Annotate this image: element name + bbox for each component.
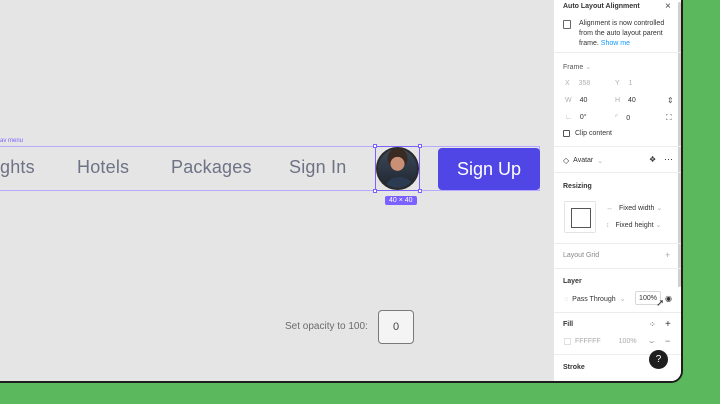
width-arrow-icon: ↔ — [606, 205, 613, 212]
help-button[interactable]: ? — [649, 350, 668, 369]
size-badge: 40 × 40 — [385, 196, 417, 205]
clip-content-checkbox[interactable] — [563, 130, 570, 137]
divider — [554, 312, 681, 313]
resizing-preview — [564, 201, 596, 233]
chevron-down-icon: ⌄ — [619, 296, 626, 303]
layout-grid-title: Layout Grid — [563, 252, 600, 259]
fill-swatch[interactable] — [564, 338, 571, 345]
properties-panel: Auto Layout Alignment × Alignment is now… — [553, 0, 681, 381]
instance-icon: ◇ — [563, 156, 570, 165]
resizing-title: Resizing — [563, 183, 592, 190]
fixed-height-dropdown[interactable]: ↕ Fixed height ⌄ — [606, 221, 661, 229]
chevron-down-icon: ⌄ — [656, 205, 663, 212]
independent-corners-icon[interactable]: ⛶ — [666, 113, 672, 123]
fixed-width-dropdown[interactable]: ↔ Fixed width ⌄ — [606, 204, 662, 212]
component-row[interactable]: ◇ Avatar ⌄ — [563, 156, 603, 165]
fixed-width-label: Fixed width — [618, 205, 655, 212]
go-to-component-icon[interactable]: ❖ — [649, 155, 656, 164]
rotation-value: 0° — [579, 114, 587, 121]
chevron-down-icon: ⌄ — [597, 157, 604, 165]
radius-value: 0 — [626, 115, 631, 122]
frame-name-label[interactable]: av menu — [0, 138, 23, 144]
fill-title: Fill — [563, 321, 574, 328]
layer-title: Layer — [563, 278, 582, 285]
corner-radius-icon: ⌜ — [615, 115, 619, 122]
key-zero-cap: 0 — [378, 310, 414, 344]
resizing-box — [571, 208, 591, 228]
notice-header: Auto Layout Alignment — [563, 3, 673, 10]
divider — [554, 243, 681, 244]
opacity-hint-text: Set opacity to 100: — [285, 321, 368, 332]
height-arrow-icon: ↕ — [606, 222, 610, 229]
blend-mode-icon: ◌ — [564, 295, 569, 303]
notice-body: Alignment is now controlled from the aut… — [579, 19, 677, 49]
resize-handle-br[interactable] — [418, 189, 422, 193]
constrain-proportions-icon[interactable]: ⇕ — [667, 96, 674, 105]
more-options-icon[interactable]: ⋯ — [664, 154, 673, 165]
alignment-icon — [563, 20, 571, 29]
fill-hex: FFFFFF — [575, 338, 601, 345]
rotation-icon: ∟ — [565, 114, 572, 121]
chevron-down-icon: ⌄ — [655, 222, 662, 229]
h-value: 40 — [628, 97, 636, 104]
nav-item-flights[interactable]: ghts — [0, 157, 35, 178]
chevron-down-icon: ⌄ — [585, 64, 592, 71]
divider — [554, 172, 681, 173]
mouse-cursor-icon: ➚ — [656, 298, 665, 309]
w-label: W — [565, 97, 572, 104]
stroke-title: Stroke — [563, 364, 585, 371]
selection-box[interactable] — [375, 146, 420, 191]
y-label: Y — [615, 80, 620, 87]
radius-field[interactable]: ⌜ 0 — [615, 114, 630, 122]
divider — [554, 268, 681, 269]
y-value: 1 — [628, 80, 633, 87]
frame-label: Frame — [563, 64, 584, 71]
frame-dropdown[interactable]: Frame ⌄ — [563, 63, 591, 71]
divider — [554, 52, 681, 53]
blend-mode-value: Pass Through — [572, 295, 616, 303]
h-field[interactable]: H 40 — [615, 97, 636, 104]
fill-opacity: 100% — [618, 338, 637, 345]
visibility-icon[interactable]: ⌣ — [649, 337, 654, 347]
sign-up-button[interactable]: Sign Up — [438, 148, 540, 190]
design-canvas[interactable]: av menu ghts Hotels Packages Sign In 40 … — [0, 0, 553, 381]
styles-grid-icon[interactable]: ⁘ — [649, 320, 656, 329]
panel-scrollbar[interactable] — [678, 2, 681, 287]
resize-handle-tr[interactable] — [418, 144, 422, 148]
remove-fill-icon[interactable]: − — [665, 336, 670, 346]
eye-icon[interactable]: ◉ — [665, 294, 672, 303]
fill-row[interactable]: FFFFFF 100% — [564, 338, 637, 345]
clip-content-row[interactable]: Clip content — [563, 130, 612, 137]
x-label: X — [565, 80, 570, 87]
resize-handle-bl[interactable] — [373, 189, 377, 193]
nav-item-packages[interactable]: Packages — [171, 157, 252, 178]
nav-item-sign-in[interactable]: Sign In — [289, 157, 346, 178]
app-window: av menu ghts Hotels Packages Sign In 40 … — [0, 0, 683, 383]
add-layout-grid-icon[interactable]: + — [665, 250, 670, 260]
close-icon[interactable]: × — [665, 1, 671, 12]
w-field[interactable]: W 40 — [565, 97, 587, 104]
notice-title: Auto Layout Alignment — [563, 3, 640, 10]
divider — [554, 146, 681, 147]
y-field[interactable]: Y 1 — [615, 80, 632, 87]
add-fill-icon[interactable]: + — [665, 319, 671, 330]
show-me-link[interactable]: Show me — [601, 40, 630, 47]
rotation-field[interactable]: ∟ 0° — [565, 114, 587, 121]
h-label: H — [615, 97, 621, 104]
x-field[interactable]: X 358 — [565, 80, 590, 87]
resize-handle-tl[interactable] — [373, 144, 377, 148]
x-value: 358 — [578, 80, 591, 87]
fixed-height-label: Fixed height — [615, 222, 654, 229]
layer-opacity-value: 100% — [639, 294, 657, 302]
component-name: Avatar — [573, 157, 594, 164]
blend-mode-dropdown[interactable]: ◌ Pass Through ⌄ — [564, 295, 626, 304]
clip-content-label: Clip content — [575, 130, 612, 137]
nav-item-hotels[interactable]: Hotels — [77, 157, 129, 178]
w-value: 40 — [579, 97, 588, 104]
